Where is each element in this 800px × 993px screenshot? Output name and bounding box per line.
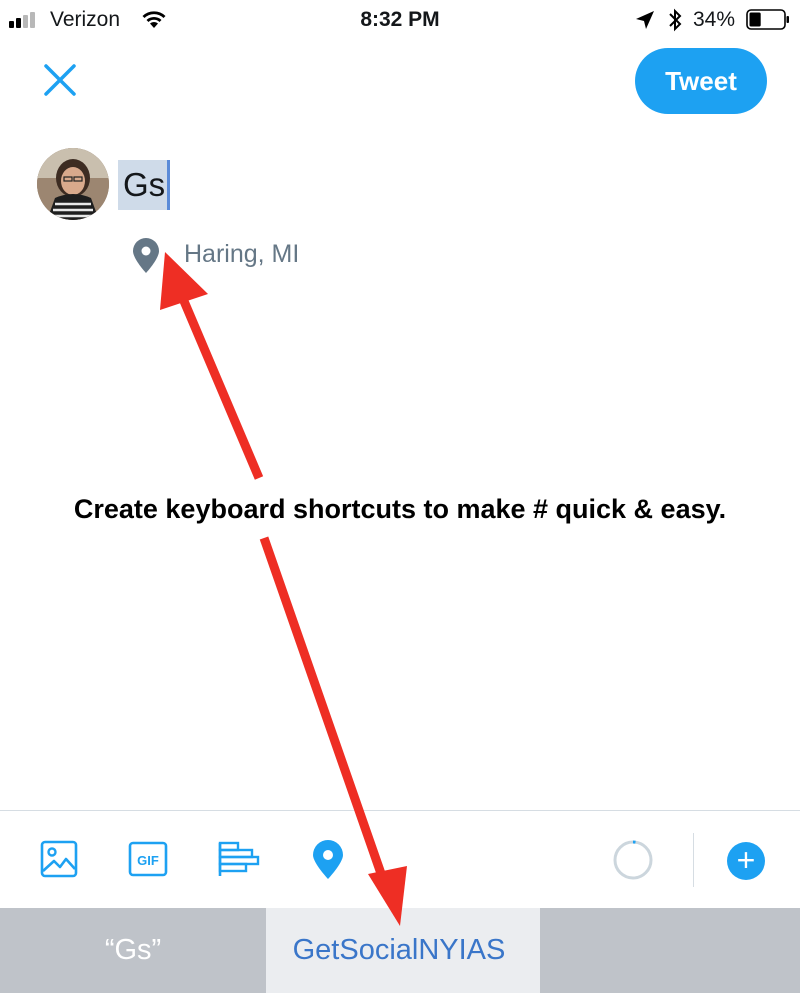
- annotation-caption: Create keyboard shortcuts to make # quic…: [73, 494, 727, 524]
- suggestion-label: “Gs”: [104, 934, 162, 966]
- suggestion-1[interactable]: “Gs”: [0, 908, 266, 993]
- location-arrow-icon: [636, 11, 654, 29]
- close-button[interactable]: [40, 60, 80, 100]
- tweet-button[interactable]: Tweet: [635, 48, 767, 114]
- status-bar: Verizon 8:32 PM 34%: [0, 0, 800, 40]
- predictive-text-bar: “Gs” GetSocialNYIAS: [0, 908, 800, 993]
- gif-button[interactable]: GIF: [128, 840, 168, 880]
- location-pin-icon: [133, 238, 159, 273]
- add-tweet-icon: +: [736, 842, 756, 878]
- tweet-text-input[interactable]: Gs: [118, 160, 171, 210]
- character-counter-icon: [613, 840, 653, 880]
- toolbar-divider: [0, 810, 800, 811]
- suggestion-3[interactable]: [540, 908, 800, 993]
- toolbar-separator: [693, 833, 694, 887]
- location-pin-icon: [313, 840, 343, 879]
- poll-button[interactable]: [218, 840, 260, 880]
- avatar: [37, 148, 109, 220]
- gif-icon: GIF: [128, 841, 168, 877]
- close-icon: [44, 64, 76, 96]
- suggestion-2[interactable]: GetSocialNYIAS: [266, 908, 540, 993]
- add-tweet-button[interactable]: +: [727, 842, 765, 880]
- poll-icon: [218, 841, 260, 876]
- media-button[interactable]: [40, 840, 80, 880]
- arrow-up: [160, 252, 264, 480]
- image-icon: [40, 840, 78, 878]
- bluetooth-icon: [669, 8, 682, 32]
- location-label[interactable]: Haring, MI: [184, 240, 299, 269]
- location-button[interactable]: [310, 840, 350, 880]
- suggestion-label: GetSocialNYIAS: [292, 934, 506, 966]
- battery-icon: [746, 9, 789, 30]
- gif-label: GIF: [137, 853, 159, 868]
- battery-percent: 34%: [693, 8, 736, 31]
